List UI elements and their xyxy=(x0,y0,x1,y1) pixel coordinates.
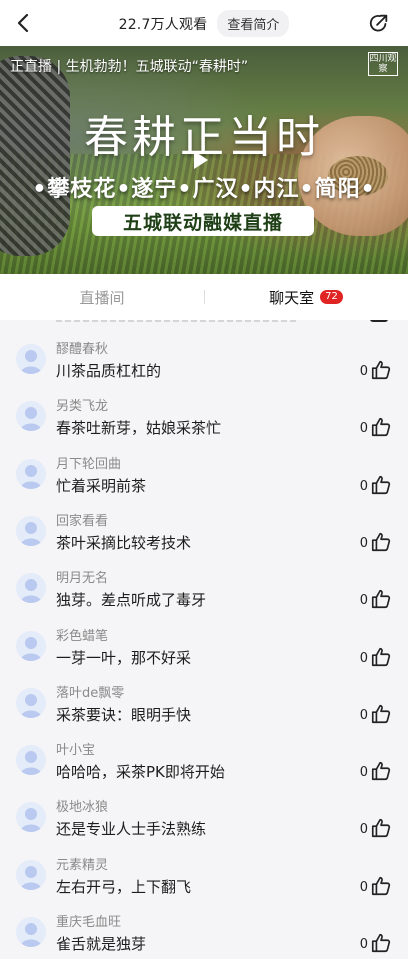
chat-message: 叶小宝哈哈哈，采茶PK即将开始 0 xyxy=(0,739,408,796)
like-count: 0 xyxy=(359,478,368,494)
user-avatar-icon xyxy=(20,865,42,890)
chat-message: 彩色蜡笔一芽一叶，那不好采 0 xyxy=(0,625,408,682)
chat-text: 采茶要诀：眼明手快 xyxy=(56,705,192,724)
chat-message: 回家看看茶叶采摘比较考技术 0 xyxy=(0,510,408,567)
chat-message: 明月无名独芽。差点听成了毒牙 0 xyxy=(0,567,408,624)
chat-message: 醪醴春秋川茶品质杠杠的 0 xyxy=(0,338,408,395)
chat-count-badge: 72 xyxy=(320,290,343,304)
user-avatar-icon xyxy=(20,407,42,432)
chat-username[interactable]: 另类飞龙 xyxy=(56,395,108,414)
chat-text: 春茶吐新芽，姑娘采茶忙 xyxy=(56,419,222,438)
chat-message: 落叶de飘零采茶要诀：眼明手快 0 xyxy=(0,682,408,739)
user-avatar-icon xyxy=(20,464,42,489)
chat-text: 哈哈哈，采茶PK即将开始 xyxy=(56,763,225,782)
thumbs-up-icon[interactable] xyxy=(370,588,392,610)
chat-message: 月下轮回曲忙着采明前茶 0 xyxy=(0,453,408,510)
user-avatar-icon xyxy=(20,923,42,947)
header-title-group: 22.7万人观看 查看简介 xyxy=(0,10,408,37)
user-avatar-icon xyxy=(20,579,42,604)
thumbs-up-icon[interactable] xyxy=(370,359,392,381)
thumbs-up-icon[interactable] xyxy=(370,646,392,668)
avatar[interactable] xyxy=(16,515,46,546)
chat-text: 忙着采明前茶 xyxy=(56,476,147,495)
thumbs-up-icon[interactable] xyxy=(370,932,392,954)
like-count: 0 xyxy=(359,707,368,723)
chat-text: 一芽一叶，那不好采 xyxy=(56,648,192,667)
tab-live-room-label: 直播间 xyxy=(79,288,125,307)
chat-text: 独芽。差点听成了毒牙 xyxy=(56,591,207,610)
thumbs-up-icon[interactable] xyxy=(370,875,392,897)
chat-username[interactable]: 醪醴春秋 xyxy=(56,338,108,357)
viewer-count: 22.7万人观看 xyxy=(118,16,208,33)
user-avatar-icon xyxy=(20,521,42,546)
play-icon[interactable] xyxy=(194,151,208,169)
user-avatar-icon xyxy=(20,808,42,833)
share-icon[interactable] xyxy=(368,12,390,34)
chat-username[interactable]: 明月无名 xyxy=(56,567,108,586)
like-count: 0 xyxy=(359,535,368,551)
partial-thumb-icon xyxy=(370,320,388,322)
chat-username[interactable]: 月下轮回曲 xyxy=(56,453,121,472)
avatar[interactable] xyxy=(16,917,46,947)
chat-text: 左右开弓，上下翻飞 xyxy=(56,877,192,896)
thumbs-up-icon[interactable] xyxy=(370,817,392,839)
user-avatar-icon xyxy=(20,751,42,776)
thumbs-up-icon[interactable] xyxy=(370,760,392,782)
video-subtitle: 五城联动融媒直播 xyxy=(122,211,283,234)
top-bar: 22.7万人观看 查看简介 xyxy=(0,0,408,46)
chat-username[interactable]: 重庆毛血旺 xyxy=(56,911,121,930)
chat-list[interactable]: 醪醴春秋川茶品质杠杠的 0 另类飞龙春茶吐新芽，姑娘采茶忙 0 月下轮回曲忙着采明前茶 0… xyxy=(0,320,408,959)
chat-message: 元素精灵左右开弓，上下翻飞 0 xyxy=(0,854,408,911)
chat-username[interactable]: 彩色蜡笔 xyxy=(56,625,108,644)
thumbs-up-icon[interactable] xyxy=(370,474,392,496)
avatar[interactable] xyxy=(16,745,46,776)
avatar[interactable] xyxy=(16,344,46,374)
like-count: 0 xyxy=(359,421,368,437)
chat-message: 另类飞龙春茶吐新芽，姑娘采茶忙 0 xyxy=(0,395,408,452)
like-count: 0 xyxy=(359,650,368,666)
live-video-player[interactable]: 正直播 | 生机勃勃！五城联动“春耕时” 四川观察 春耕正当时 •攀枝花•遂宁•… xyxy=(0,46,408,274)
video-cities: •攀枝花•遂宁•广汉•内江•简阳• xyxy=(32,177,376,202)
chat-username[interactable]: 极地冰狼 xyxy=(56,796,108,815)
chat-message: 极地冰狼还是专业人士手法熟练 0 xyxy=(0,796,408,853)
avatar[interactable] xyxy=(16,802,46,833)
chat-message: 重庆毛血旺雀舌就是独芽 0 xyxy=(0,911,408,959)
chat-username[interactable]: 叶小宝 xyxy=(56,739,95,758)
like-count: 0 xyxy=(359,593,368,609)
thumbs-up-icon[interactable] xyxy=(370,416,392,438)
thumbs-up-icon[interactable] xyxy=(370,703,392,725)
tab-chat-room[interactable]: 聊天室 72 xyxy=(204,287,408,308)
chat-text: 雀舌就是独芽 xyxy=(56,935,147,953)
thumbs-up-icon[interactable] xyxy=(370,531,392,553)
avatar[interactable] xyxy=(16,573,46,604)
like-count: 0 xyxy=(359,364,368,379)
chat-text: 川茶品质杠杠的 xyxy=(56,362,162,380)
like-count: 0 xyxy=(359,879,368,895)
chat-text: 还是专业人士手法熟练 xyxy=(56,820,207,839)
partial-message-text xyxy=(56,320,296,322)
tab-live-room[interactable]: 直播间 xyxy=(0,287,204,308)
user-avatar-icon xyxy=(20,636,42,661)
chat-username[interactable]: 落叶de飘零 xyxy=(56,682,124,701)
like-count: 0 xyxy=(359,765,368,781)
like-count: 0 xyxy=(359,937,368,952)
avatar[interactable] xyxy=(16,401,46,432)
brand-logo: 四川观察 xyxy=(368,52,398,76)
video-subtitle-box: 五城联动融媒直播 xyxy=(92,206,314,236)
tab-bar: 直播间 聊天室 72 xyxy=(0,274,408,320)
avatar[interactable] xyxy=(16,859,46,890)
chat-username[interactable]: 回家看看 xyxy=(56,510,108,529)
video-title: 正直播 | 生机勃勃！五城联动“春耕时” xyxy=(10,59,249,75)
chat-text: 茶叶采摘比较考技术 xyxy=(56,533,192,552)
like-count: 0 xyxy=(359,822,368,838)
user-avatar-icon xyxy=(20,350,42,374)
avatar[interactable] xyxy=(16,687,46,718)
chat-username[interactable]: 元素精灵 xyxy=(56,854,108,873)
user-avatar-icon xyxy=(20,693,42,718)
avatar[interactable] xyxy=(16,630,46,661)
avatar[interactable] xyxy=(16,458,46,489)
tab-chat-room-label: 聊天室 xyxy=(269,288,315,307)
view-intro-button[interactable]: 查看简介 xyxy=(217,10,290,37)
